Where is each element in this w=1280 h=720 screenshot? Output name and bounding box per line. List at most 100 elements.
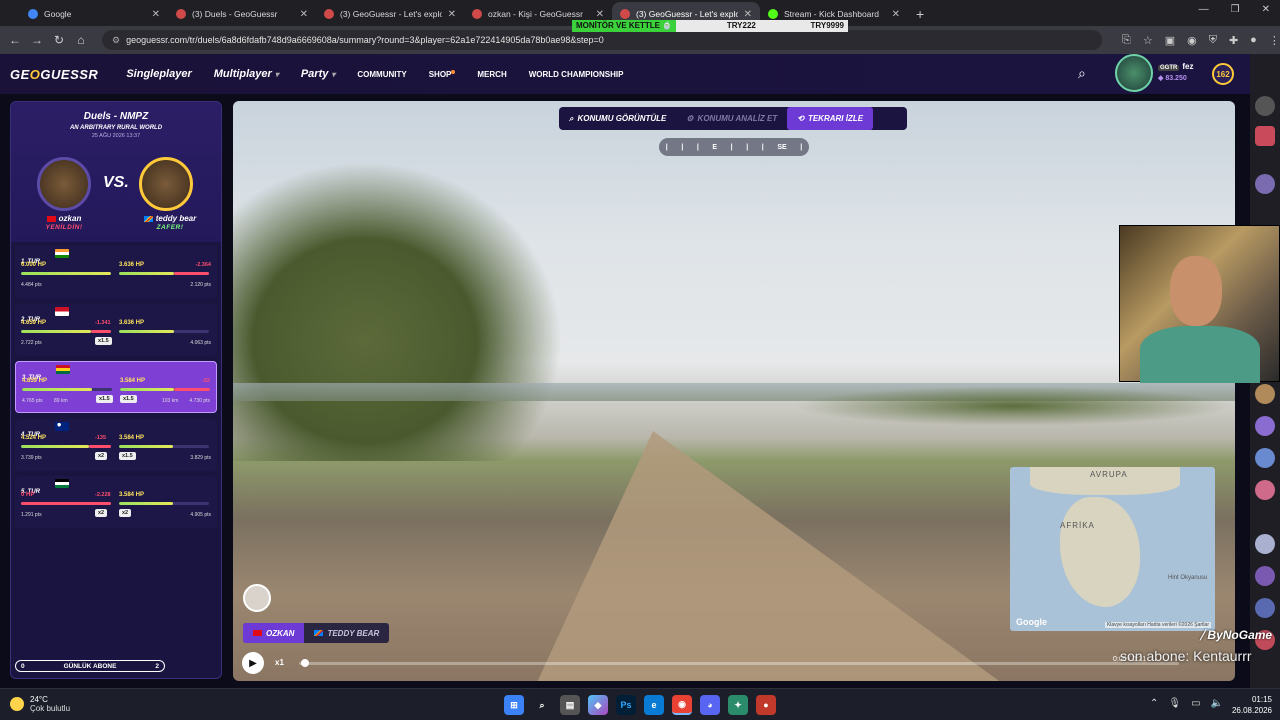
replay-tab-ozkan[interactable]: OZKAN [243, 623, 305, 643]
profile-icon[interactable]: ● [1250, 34, 1257, 47]
rail-avatar-icon[interactable] [1255, 174, 1275, 194]
rail-avatar-icon[interactable] [1255, 598, 1275, 618]
tray-chevron-icon[interactable]: ⌃ [1150, 698, 1158, 709]
watch-replay-button[interactable]: ⟲ TEKRARI İZLE [787, 107, 874, 130]
player1-hp: 0 HP [21, 492, 35, 498]
rail-search-icon[interactable] [1255, 96, 1275, 116]
forward-icon[interactable]: → [26, 33, 48, 47]
volume-icon[interactable]: 🔈 [1211, 698, 1223, 709]
audio-icon[interactable]: ◉ [1187, 34, 1197, 47]
geoguessr-logo[interactable]: GEOGUESSR [10, 67, 98, 82]
round-row[interactable]: 3. TUR 4.659 HP 3.584 HP -52 4.765 pts 89 km x… [15, 361, 217, 413]
rail-avatar-icon[interactable] [1255, 416, 1275, 436]
minimap[interactable]: AVRUPA AFRİKA Hint Okyanusu Google Klavy… [1010, 467, 1215, 631]
player1-hp-fill [21, 329, 92, 333]
street-view-panorama[interactable]: ⌕ KONUMU GÖRÜNTÜLE ⚙ KONUMU ANALİZ ET ⟲ TEK… [233, 101, 1235, 681]
google-logo: Google [1016, 617, 1047, 627]
duel-summary-panel: Duels - NMPZ AN ARBITRARY RURAL WORLD 25… [10, 101, 222, 679]
reload-icon[interactable]: ↻ [48, 33, 70, 47]
obs-icon[interactable]: ● [756, 695, 776, 715]
australia-flag-icon [55, 421, 69, 431]
rail-avatar-icon[interactable] [1255, 384, 1275, 404]
windows-start-icon[interactable]: ⊞ [504, 695, 524, 715]
nav-shop[interactable]: SHOP [429, 69, 456, 79]
replay-timeline[interactable] [299, 659, 1179, 667]
player2-name[interactable]: teddy bear [125, 214, 215, 223]
player2-hp-fill [119, 502, 173, 505]
browser-tab[interactable]: (3) Duels - GeoGuessr ✕ [168, 2, 316, 26]
rail-avatar-icon[interactable] [1255, 534, 1275, 554]
mic-icon[interactable]: 🎙 [1168, 698, 1181, 709]
map-footer[interactable]: Klavye kısayolları Harita verileri ©2026… [1104, 622, 1211, 628]
chrome-icon[interactable]: ◉ [672, 695, 692, 715]
photoshop-icon[interactable]: Ps [616, 695, 636, 715]
close-tab-icon[interactable]: ✕ [744, 9, 752, 20]
shield-icon[interactable]: ⛨ [1209, 34, 1217, 47]
new-tab-button[interactable]: + [916, 2, 924, 26]
nav-merch[interactable]: MERCH [477, 70, 506, 79]
tab-favicon-icon [472, 9, 482, 19]
copilot-icon[interactable]: ◆ [588, 695, 608, 715]
nav-multiplayer[interactable]: Multiplayer ▾ [214, 68, 279, 80]
install-icon[interactable]: ⎘ [1122, 34, 1131, 47]
file-explorer-icon[interactable]: ▤ [560, 695, 580, 715]
round-row[interactable]: 2. TUR 4.659 HP -1.341 3.636 HP 2.722 pts x1.… [15, 303, 217, 356]
player1-avatar[interactable] [37, 157, 91, 211]
browser-tab[interactable]: Google ✕ [20, 2, 168, 26]
puzzle-icon[interactable]: ✚ [1229, 34, 1238, 47]
replay-tab-teddy-bear[interactable]: TEDDY BEAR [304, 623, 389, 643]
nav-community[interactable]: COMMUNITY [357, 70, 406, 79]
bookmark-star-icon[interactable]: ☆ [1143, 34, 1153, 47]
analyze-location-button[interactable]: ⚙ KONUMU ANALİZ ET [676, 107, 787, 130]
rail-avatar-icon[interactable] [1255, 566, 1275, 586]
ribbon-goal-text: MONİTÖR VE KETTLE 🍵 [572, 20, 677, 32]
nav-party[interactable]: Party ▾ [301, 68, 336, 80]
round-row[interactable]: 5. TUR 0 HP -2.228 3.584 HP 1.291 pts x2 x2 4.9… [15, 476, 217, 528]
back-icon[interactable]: ← [4, 33, 26, 47]
round-row[interactable]: 4. TUR 4.524 HP -135 3.584 HP 3.739 pts x2 x1.… [15, 418, 217, 471]
close-tab-icon[interactable]: ✕ [596, 9, 604, 20]
home-icon[interactable]: ⌂ [70, 33, 92, 47]
round-row[interactable]: 1. TUR 6.000 HP 3.636 HP -2.364 4.484 pts 2.1… [15, 246, 217, 298]
nav-world-championship[interactable]: WORLD CHAMPIONSHIP [529, 70, 624, 79]
extension-icon[interactable]: ▣ [1165, 34, 1175, 47]
site-info-icon[interactable]: ⚙ [112, 35, 120, 46]
timeline-handle[interactable] [301, 659, 309, 667]
avatar[interactable] [1115, 54, 1153, 92]
nav-singleplayer[interactable]: Singleplayer [126, 68, 191, 80]
system-clock[interactable]: 01:15 26.08.2026 [1228, 694, 1272, 716]
player-marker-icon[interactable] [243, 584, 271, 612]
profile-name[interactable]: GGTR fez [1158, 62, 1193, 71]
close-tab-icon[interactable]: ✕ [152, 9, 160, 20]
rail-avatar-icon[interactable] [1255, 448, 1275, 468]
browser-tab[interactable]: (3) GeoGuessr - Let's explore the world!… [316, 2, 464, 26]
url-field[interactable]: ⚙ geoguessr.com/tr/duels/6a8d6fdafb748d9… [102, 30, 1102, 50]
play-button[interactable]: ▶ [242, 652, 264, 674]
drc-flag-icon [143, 215, 153, 222]
playback-speed[interactable]: x1 [275, 658, 284, 667]
tab-favicon-icon [324, 9, 334, 19]
app-icon[interactable]: ✦ [728, 695, 748, 715]
weather-widget[interactable]: 24°C Çok bulutlu [10, 695, 70, 713]
player1-name[interactable]: ozkan [19, 214, 109, 223]
compass-tick: | [746, 143, 749, 151]
maximize-icon[interactable]: ❐ [1231, 4, 1240, 15]
discord-icon[interactable]: ◕ [700, 695, 720, 715]
player2-multiplier: x1.5 [119, 451, 136, 460]
rail-avatar-icon[interactable] [1255, 480, 1275, 500]
close-tab-icon[interactable]: ✕ [448, 9, 456, 20]
player2-avatar[interactable] [139, 157, 193, 211]
network-icon[interactable]: ▭ [1191, 698, 1200, 709]
rail-app-icon[interactable] [1255, 126, 1275, 146]
menu-dots-icon[interactable]: ⋮ [1269, 34, 1280, 47]
close-tab-icon[interactable]: ✕ [300, 9, 308, 20]
view-location-button[interactable]: ⌕ KONUMU GÖRÜNTÜLE [559, 107, 676, 130]
close-window-icon[interactable]: ✕ [1262, 4, 1270, 15]
taskbar-search-icon[interactable]: ⌕ [532, 695, 552, 715]
search-icon[interactable]: ⌕ [1078, 65, 1086, 82]
edge-icon[interactable]: e [644, 695, 664, 715]
minimize-icon[interactable]: — [1199, 4, 1209, 15]
close-tab-icon[interactable]: ✕ [892, 9, 900, 20]
duel-date: 25 AĞU 2026 13:37 [91, 133, 141, 139]
player1-hp-fill [21, 272, 111, 275]
